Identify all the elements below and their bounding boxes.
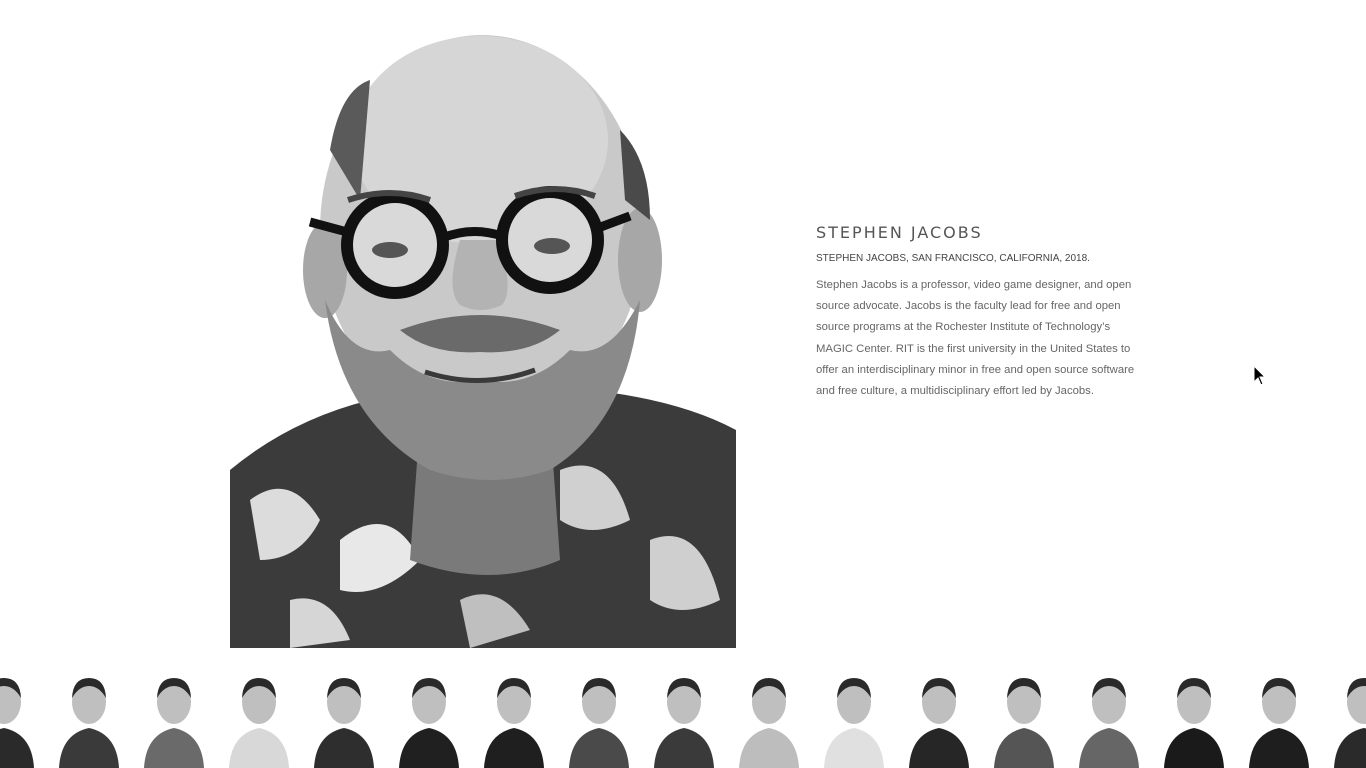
featured-portrait-photo [230, 0, 736, 648]
thumbnail-image [136, 664, 212, 768]
thumbnail-image [816, 664, 892, 768]
thumbnail-portrait-3[interactable] [136, 664, 212, 768]
subject-name: STEPHEN JACOBS [816, 223, 983, 242]
photo-credit-line: STEPHEN JACOBS, SAN FRANCISCO, CALIFORNI… [816, 253, 1090, 264]
thumbnail-image [1156, 664, 1232, 768]
subject-bio: Stephen Jacobs is a professor, video gam… [816, 279, 1135, 398]
thumbnail-portrait-1[interactable] [0, 664, 42, 768]
thumbnail-portrait-13[interactable] [986, 664, 1062, 768]
thumbnail-portrait-10[interactable] [731, 664, 807, 768]
thumbnail-portrait-14[interactable] [1071, 664, 1147, 768]
portrait-gallery-page: STEPHEN JACOBS STEPHEN JACOBS, SAN FRANC… [0, 0, 1366, 768]
mouse-cursor-icon [1253, 365, 1267, 386]
thumbnail-portrait-15[interactable] [1156, 664, 1232, 768]
thumbnail-image [221, 664, 297, 768]
thumbnail-portrait-16[interactable] [1241, 664, 1317, 768]
thumbnail-portrait-4[interactable] [221, 664, 297, 768]
thumbnail-image [0, 664, 42, 768]
thumbnail-portrait-12[interactable] [901, 664, 977, 768]
thumbnail-image [986, 664, 1062, 768]
thumbnail-image [51, 664, 127, 768]
portrait-caption: STEPHEN JACOBS STEPHEN JACOBS, SAN FRANC… [816, 222, 1136, 402]
thumbnail-portrait-17[interactable] [1326, 664, 1366, 768]
thumbnail-image [901, 664, 977, 768]
featured-portrait-image [230, 0, 736, 648]
thumbnail-portrait-2[interactable] [51, 664, 127, 768]
thumbnail-strip[interactable] [0, 664, 1366, 768]
thumbnail-image [1241, 664, 1317, 768]
thumbnail-portrait-6[interactable] [391, 664, 467, 768]
thumbnail-portrait-11[interactable] [816, 664, 892, 768]
thumbnail-image [561, 664, 637, 768]
thumbnail-image [1071, 664, 1147, 768]
thumbnail-portrait-7[interactable] [476, 664, 552, 768]
thumbnail-image [476, 664, 552, 768]
thumbnail-portrait-9[interactable] [646, 664, 722, 768]
thumbnail-portrait-5[interactable] [306, 664, 382, 768]
thumbnail-image [731, 664, 807, 768]
thumbnail-image [306, 664, 382, 768]
thumbnail-image [391, 664, 467, 768]
thumbnail-portrait-8[interactable] [561, 664, 637, 768]
thumbnail-image [1326, 664, 1366, 768]
thumbnail-image [646, 664, 722, 768]
